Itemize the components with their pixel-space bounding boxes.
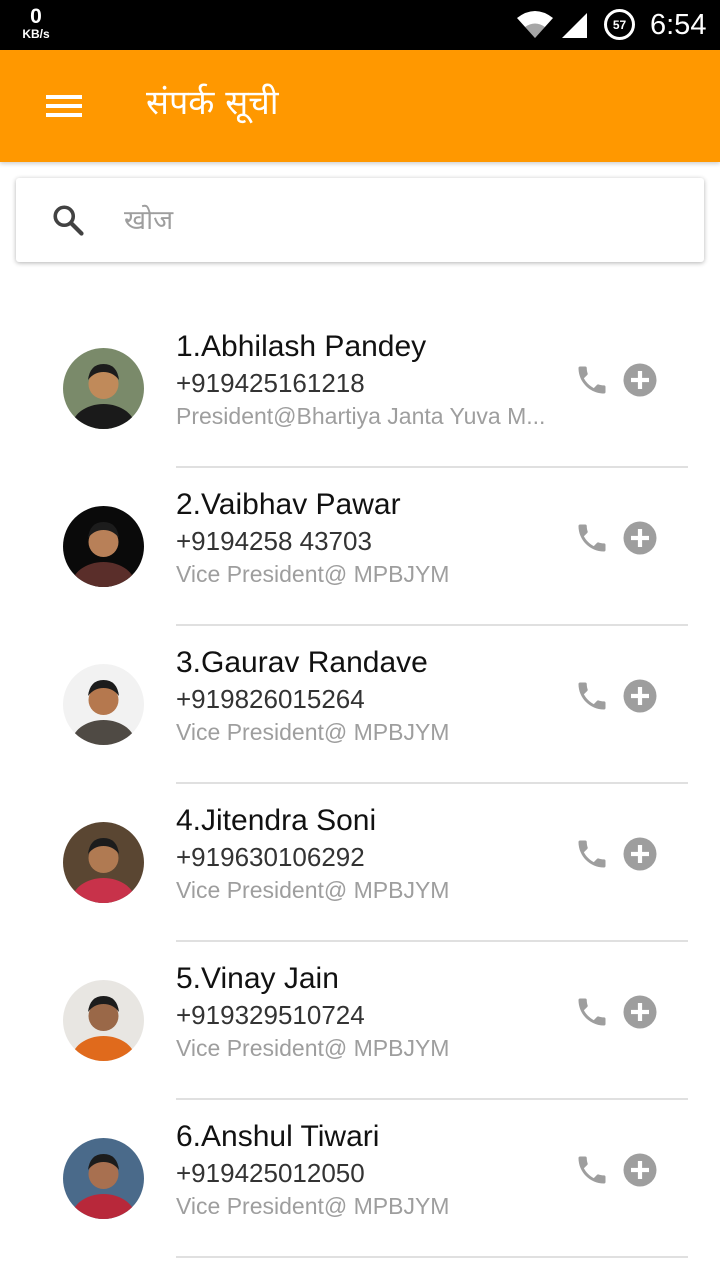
avatar[interactable] [63, 348, 144, 429]
contact-list-item[interactable]: 5.Vinay Jain +919329510724 Vice Presiden… [0, 942, 720, 1100]
contact-list-item[interactable]: 4.Jitendra Soni +919630106292 Vice Presi… [0, 784, 720, 942]
network-speed-unit: KB/s [22, 27, 50, 41]
cell-signal-icon [562, 13, 587, 38]
app-bar: संपर्क सूची [0, 50, 720, 162]
contact-role: Vice President@ MPBJYM [176, 1035, 450, 1061]
contact-name: 3.Gaurav Randave [176, 646, 428, 679]
add-circle-icon[interactable] [622, 836, 658, 872]
contact-phone: +919630106292 [176, 842, 365, 872]
avatar[interactable] [63, 506, 144, 587]
search-input[interactable] [124, 196, 664, 244]
network-speed: 0 KB/s [18, 6, 54, 40]
avatar[interactable] [63, 980, 144, 1061]
wifi-icon [517, 11, 553, 38]
add-circle-icon[interactable] [622, 362, 658, 398]
contact-phone: +919826015264 [176, 684, 365, 714]
contact-role: Vice President@ MPBJYM [176, 719, 450, 745]
contact-list: 1.Abhilash Pandey +919425161218 Presiden… [0, 310, 720, 1258]
hamburger-menu-icon[interactable] [40, 84, 88, 128]
phone-icon[interactable] [574, 362, 610, 398]
phone-icon[interactable] [574, 836, 610, 872]
contact-details: 4.Jitendra Soni +919630106292 Vice Presi… [176, 804, 560, 904]
search-bar [16, 178, 704, 262]
phone-icon[interactable] [574, 994, 610, 1030]
battery-saver-icon: 57 [604, 9, 635, 40]
contact-list-item[interactable]: 2.Vaibhav Pawar +9194258 43703 Vice Pres… [0, 468, 720, 626]
network-speed-value: 0 [30, 5, 42, 28]
battery-level: 57 [612, 17, 627, 32]
contact-name: 4.Jitendra Soni [176, 804, 377, 837]
contact-list-item[interactable]: 3.Gaurav Randave +919826015264 Vice Pres… [0, 626, 720, 784]
contact-role: Vice President@ MPBJYM [176, 1193, 450, 1219]
status-bar: 0 KB/s 57 6:54 [0, 0, 720, 50]
avatar[interactable] [63, 822, 144, 903]
avatar[interactable] [63, 1138, 144, 1219]
contact-name: 5.Vinay Jain [176, 962, 339, 995]
contact-role: Vice President@ MPBJYM [176, 561, 450, 587]
search-icon[interactable] [50, 202, 86, 238]
contact-name: 1.Abhilash Pandey [176, 330, 427, 363]
contact-phone: +919425161218 [176, 368, 365, 398]
phone-icon[interactable] [574, 678, 610, 714]
contact-details: 2.Vaibhav Pawar +9194258 43703 Vice Pres… [176, 488, 560, 588]
contact-phone: +919329510724 [176, 1000, 365, 1030]
contact-role: President@Bhartiya Janta Yuva M... [176, 403, 546, 429]
phone-icon[interactable] [574, 520, 610, 556]
page-title: संपर्क सूची [146, 83, 279, 123]
contact-phone: +9194258 43703 [176, 526, 372, 556]
contact-phone: +919425012050 [176, 1158, 365, 1188]
add-circle-icon[interactable] [622, 994, 658, 1030]
clock: 6:54 [650, 9, 707, 41]
contact-details: 5.Vinay Jain +919329510724 Vice Presiden… [176, 962, 560, 1062]
contact-details: 1.Abhilash Pandey +919425161218 Presiden… [176, 330, 560, 430]
add-circle-icon[interactable] [622, 520, 658, 556]
add-circle-icon[interactable] [622, 678, 658, 714]
phone-icon[interactable] [574, 1152, 610, 1188]
row-divider [176, 1256, 688, 1258]
contact-name: 2.Vaibhav Pawar [176, 488, 401, 521]
contact-list-item[interactable]: 6.Anshul Tiwari +919425012050 Vice Presi… [0, 1100, 720, 1258]
avatar[interactable] [63, 664, 144, 745]
add-circle-icon[interactable] [622, 1152, 658, 1188]
contact-name: 6.Anshul Tiwari [176, 1120, 380, 1153]
contact-details: 3.Gaurav Randave +919826015264 Vice Pres… [176, 646, 560, 746]
contact-role: Vice President@ MPBJYM [176, 877, 450, 903]
contact-list-item[interactable]: 1.Abhilash Pandey +919425161218 Presiden… [0, 310, 720, 468]
contact-details: 6.Anshul Tiwari +919425012050 Vice Presi… [176, 1120, 560, 1220]
